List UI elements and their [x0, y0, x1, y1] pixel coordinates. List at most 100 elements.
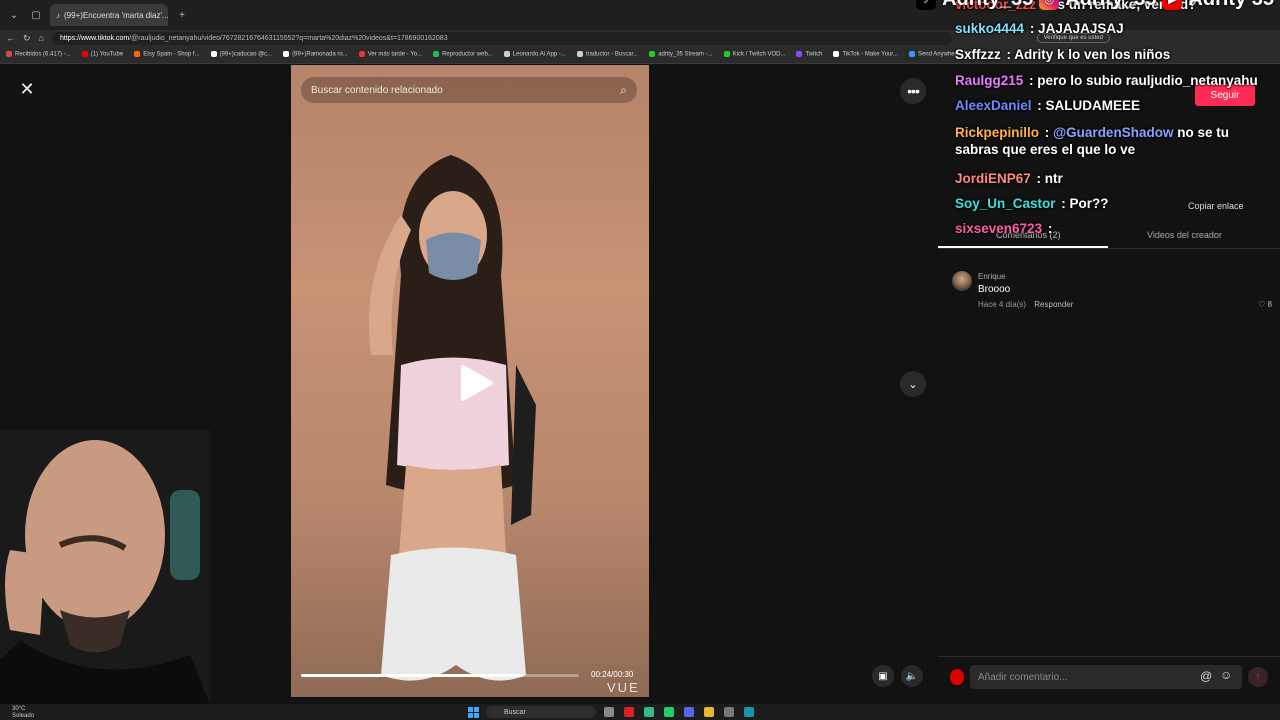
webcam-overlay — [0, 430, 210, 704]
emoji-icon[interactable]: ☺ — [1220, 668, 1232, 682]
edge-icon[interactable] — [744, 707, 754, 717]
chat-username[interactable]: sixseven6723 — [955, 221, 1042, 236]
chat-text: : Por?? — [1057, 196, 1109, 211]
user-avatar-icon — [950, 669, 964, 685]
bookmark-item[interactable]: Reproductor web... — [433, 51, 493, 58]
play-icon[interactable] — [455, 363, 495, 403]
chrome-icon[interactable] — [644, 707, 654, 717]
windows-taskbar: 30°C Soleado Buscar — [0, 704, 1280, 720]
chat-message: JordiENP67 : ntr — [955, 170, 1275, 187]
volume-icon[interactable]: 🔈 — [901, 665, 923, 687]
chat-message: Sxffzzz : Adrity k lo ven los niños — [955, 46, 1275, 63]
taskbar-apps — [604, 707, 754, 717]
chat-message: sixseven6723 : — [955, 220, 1275, 237]
back-icon[interactable]: ← — [6, 33, 15, 43]
youtube-handle: Adrity 35 — [1188, 0, 1274, 11]
chat-text: : pero lo subio rauljudio_netanyahu — [1025, 73, 1258, 88]
video-progress-fill — [301, 674, 524, 677]
more-options-icon[interactable]: ••• — [900, 78, 926, 104]
taskbar-search-label: Buscar — [504, 708, 526, 716]
weather-widget[interactable]: 30°C Soleado — [12, 706, 34, 719]
chat-text: : — [1044, 221, 1053, 236]
youtube-icon: ▶ — [1162, 0, 1183, 10]
tiktok-icon: ♪ — [916, 0, 937, 10]
chat-username[interactable]: sukko4444 — [955, 21, 1024, 36]
discord-icon[interactable] — [684, 707, 694, 717]
chat-mention[interactable]: @GuardenShadow — [1053, 125, 1173, 140]
chat-text: : JAJAJAJSAJ — [1026, 21, 1124, 36]
add-comment-placeholder: Añadir comentario... — [978, 671, 1068, 683]
chat-message: Soy_Un_Castor : Por?? — [955, 195, 1275, 212]
streamer-socials: ♪ Adrity_35 ◎ Adrity_35 ▶ Adrity 35 — [916, 0, 1274, 11]
comment-item: Enrique Broooo Hace 4 día(s) Responder ♡… — [952, 269, 1272, 319]
windows-start-icon[interactable] — [468, 707, 479, 718]
chat-text: : — [1041, 125, 1054, 140]
chat-message: AleexDaniel : SALUDAMEEE — [955, 97, 1275, 114]
send-icon[interactable]: ↑ — [1248, 667, 1268, 687]
video-frame-person — [369, 155, 536, 681]
mention-icon[interactable]: @ — [1200, 669, 1212, 683]
bookmark-item[interactable]: traductor - Buscar... — [577, 51, 638, 58]
chat-message: sukko4444 : JAJAJAJSAJ — [955, 20, 1275, 37]
workspaces-icon[interactable]: ▢ — [28, 7, 44, 23]
url-path: /@rauljudio_netanyahu/video/767282167646… — [129, 34, 448, 42]
chat-username[interactable]: JordiENP67 — [955, 171, 1031, 186]
tab-title: (99+)Encuentra 'marta diaz'... — [64, 10, 168, 20]
opera-icon[interactable] — [624, 707, 634, 717]
weather-text: Soleado — [12, 712, 35, 719]
bookmark-item[interactable]: (99+)caducao @c... — [211, 51, 273, 58]
stream-chat-overlay: victooor_zzz : es un remake, verdad? sukk… — [955, 0, 1280, 250]
video-watermark: VUE — [607, 680, 640, 695]
comment-meta: Hace 4 día(s) Responder — [978, 300, 1073, 309]
taskbar-search[interactable]: Buscar — [486, 706, 596, 718]
comment-time: Hace 4 día(s) — [978, 300, 1027, 309]
file-explorer-icon[interactable] — [704, 707, 714, 717]
url-field[interactable]: https://www.tiktok.com /@rauljudio_netan… — [51, 31, 952, 45]
chat-username[interactable]: AleexDaniel — [955, 98, 1032, 113]
comment-username[interactable]: Enrique — [978, 272, 1006, 281]
bookmark-item[interactable]: (1) YouTube — [82, 51, 123, 58]
chat-username[interactable]: Rickpepinillo — [955, 125, 1039, 140]
bookmark-item[interactable]: Etsy Spain - Shop f... — [134, 51, 199, 58]
screen: ⌄ ▢ ♪ (99+)Encuentra 'marta diaz'... ✕ +… — [0, 0, 1280, 720]
search-placeholder: Buscar contenido relacionado — [311, 84, 443, 96]
tab-list-icon[interactable]: ⌄ — [6, 7, 22, 23]
video-progress-bar[interactable] — [301, 674, 579, 677]
bookmark-item[interactable]: Kick / Twitch VOD... — [724, 51, 786, 58]
search-icon[interactable]: ⌕ — [620, 83, 627, 98]
reply-button[interactable]: Responder — [1034, 300, 1073, 309]
weather-temp: 30°C — [12, 706, 26, 712]
bookmark-item[interactable]: (99+)Ramonada ro... — [283, 51, 348, 58]
related-search-input[interactable]: Buscar contenido relacionado ⌕ — [301, 77, 637, 103]
video-player[interactable]: Buscar contenido relacionado ⌕ 00:24/00:… — [291, 65, 649, 697]
chat-message: Rickpepinillo : @GuardenShadow no se tu … — [955, 124, 1275, 159]
bookmark-item[interactable]: TikTok - Make Your... — [833, 51, 897, 58]
comment-text: Broooo — [978, 284, 1011, 295]
chat-text: : SALUDAMEEE — [1033, 98, 1141, 113]
instagram-icon: ◎ — [1039, 0, 1060, 10]
bookmark-item[interactable]: Twitch — [796, 51, 822, 58]
chat-text: : ntr — [1032, 171, 1063, 186]
new-tab-icon[interactable]: + — [174, 7, 190, 23]
app-icon[interactable] — [724, 707, 734, 717]
bookmark-item[interactable]: adrity_35 Stream -... — [649, 51, 712, 58]
chat-message: Raulgg215 : pero lo subio rauljudio_neta… — [955, 72, 1275, 89]
task-view-icon[interactable] — [604, 707, 614, 717]
instagram-handle: Adrity_35 — [1065, 0, 1156, 11]
comment-likes[interactable]: ♡ 8 — [1258, 300, 1272, 309]
chat-username[interactable]: Raulgg215 — [955, 73, 1023, 88]
chat-username[interactable]: Soy_Un_Castor — [955, 196, 1056, 211]
chat-username[interactable]: Sxffzzz — [955, 47, 1001, 62]
chat-text: : Adrity k lo ven los niños — [1002, 47, 1171, 62]
bookmark-item[interactable]: Recibidos (6.417) -... — [6, 51, 71, 58]
avatar[interactable] — [952, 271, 972, 291]
home-icon[interactable]: ⌂ — [39, 33, 44, 43]
browser-tab[interactable]: ♪ (99+)Encuentra 'marta diaz'... ✕ — [50, 4, 168, 26]
chevron-down-icon[interactable]: ⌄ — [900, 371, 926, 397]
bookmark-item[interactable]: Leonardo.Ai App -... — [504, 51, 566, 58]
close-icon[interactable]: ✕ — [17, 79, 37, 99]
pip-icon[interactable]: ▣ — [872, 665, 894, 687]
whatsapp-icon[interactable] — [664, 707, 674, 717]
bookmark-item[interactable]: Ver más tarde - Yo... — [359, 51, 422, 58]
refresh-icon[interactable]: ↻ — [23, 33, 31, 44]
